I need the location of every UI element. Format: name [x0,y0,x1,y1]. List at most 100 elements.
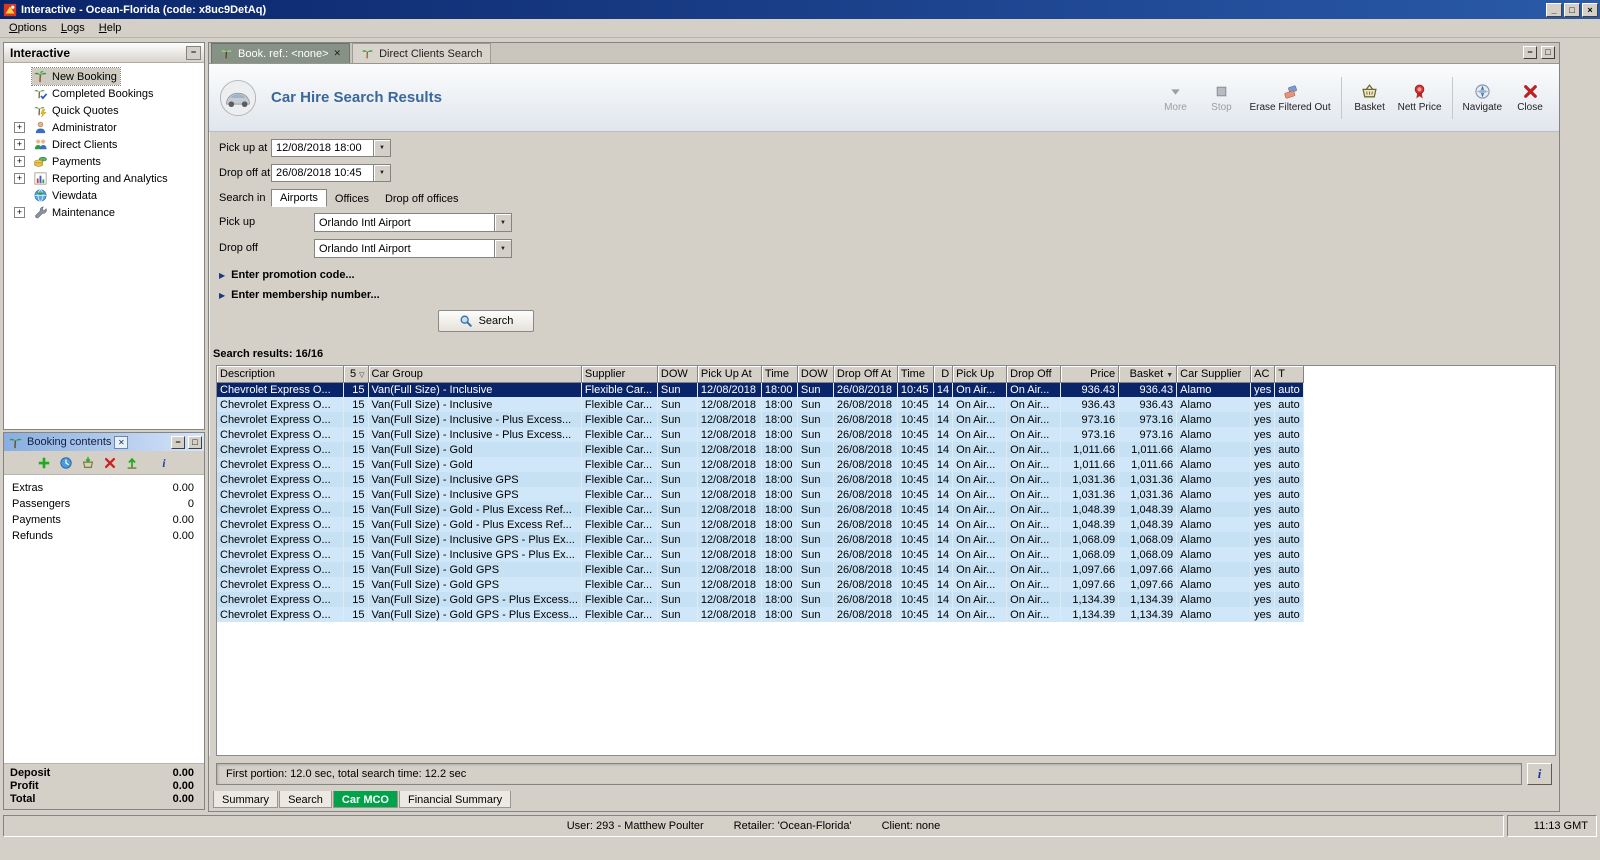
sidebar-item-payments[interactable]: + Payments [4,153,204,170]
info-icon[interactable]: i [157,456,171,470]
sidebar-item-direct-clients[interactable]: + Direct Clients [4,136,204,153]
dropoff-combo[interactable]: Orlando Intl Airport ▼ [314,239,512,258]
column-header-dow-1[interactable]: DOW [657,366,697,382]
sidebar-item-completed-bookings[interactable]: Completed Bookings [4,85,204,102]
tab-car-mco[interactable]: Car MCO [333,791,398,808]
column-header-pick-up-at[interactable]: Pick Up At [697,366,761,382]
menu-logs[interactable]: Logs [54,20,92,36]
dropdown-icon[interactable]: ▼ [494,214,511,231]
dropdown-icon[interactable]: ▼ [373,165,390,181]
membership-number-expander[interactable]: ▶ Enter membership number... [219,289,380,301]
column-header-ac[interactable]: AC [1251,366,1275,382]
tab-booking-ref[interactable]: Book. ref.: <none> ✕ [211,43,350,63]
result-row[interactable]: Chevrolet Express O...15Van(Full Size) -… [217,487,1303,502]
nett-price-button[interactable]: Nett Price [1393,80,1447,115]
column-header-pick-up[interactable]: Pick Up [953,366,1007,382]
clock-world-icon[interactable] [59,456,73,470]
column-header-car-supplier[interactable]: Car Supplier [1177,366,1251,382]
column-header-price[interactable]: Price [1061,366,1119,382]
tab-close-icon[interactable]: ✕ [334,48,342,59]
column-header-drop-off[interactable]: Drop Off [1007,366,1061,382]
result-row[interactable]: Chevrolet Express O...15Van(Full Size) -… [217,427,1303,442]
basket-transfer-icon[interactable] [81,456,95,470]
result-row[interactable]: Chevrolet Express O...15Van(Full Size) -… [217,397,1303,412]
maximize-icon[interactable]: □ [1564,3,1580,17]
result-row[interactable]: Chevrolet Express O...15Van(Full Size) -… [217,442,1303,457]
pickup-combo[interactable]: Orlando Intl Airport ▼ [314,213,512,232]
column-header-time-2[interactable]: Time [897,366,933,382]
menu-help[interactable]: Help [92,20,129,36]
more-button[interactable]: More [1152,80,1198,115]
column-header-car-group[interactable]: Car Group [368,366,581,382]
column-header-time-1[interactable]: Time [761,366,797,382]
move-up-icon[interactable] [125,456,139,470]
promotion-code-expander[interactable]: ▶ Enter promotion code... [219,269,355,281]
column-header-description[interactable]: Description [217,366,343,382]
list-item[interactable]: Refunds0.00 [4,528,204,544]
basket-button[interactable]: Basket [1347,80,1393,115]
sidebar-item-quick-quotes[interactable]: Quick Quotes [4,102,204,119]
column-header-drop-off-at[interactable]: Drop Off At [833,366,897,382]
sidebar-item-maintenance[interactable]: + Maintenance [4,204,204,221]
expand-icon[interactable]: + [14,173,25,184]
add-icon[interactable] [37,456,51,470]
info-button[interactable]: i [1527,763,1552,785]
result-row[interactable]: Chevrolet Express O...15Van(Full Size) -… [217,562,1303,577]
sidebar-item-administrator[interactable]: + Administrator [4,119,204,136]
list-item[interactable]: Passengers0 [4,496,204,512]
column-header-d[interactable]: D [933,366,952,382]
result-row[interactable]: Chevrolet Express O...15Van(Full Size) -… [217,457,1303,472]
tab-offices[interactable]: Offices [327,191,377,207]
result-row[interactable]: Chevrolet Express O...15Van(Full Size) -… [217,472,1303,487]
result-row[interactable]: Chevrolet Express O...15Van(Full Size) -… [217,607,1303,622]
panel-collapse-icon[interactable]: − [186,46,201,60]
erase-filtered-out-button[interactable]: Erase Filtered Out [1244,80,1335,115]
child-minimize-icon[interactable]: − [1523,46,1537,59]
column-header-t[interactable]: T [1275,366,1303,382]
search-button[interactable]: Search [438,310,534,332]
result-row[interactable]: Chevrolet Express O...15Van(Full Size) -… [217,412,1303,427]
result-row[interactable]: Chevrolet Express O...15Van(Full Size) -… [217,502,1303,517]
tab-airports[interactable]: Airports [271,189,327,207]
sidebar-item-viewdata[interactable]: Viewdata [4,187,204,204]
tab-financial-summary[interactable]: Financial Summary [399,791,511,808]
expand-icon[interactable]: + [14,156,25,167]
result-row[interactable]: Chevrolet Express O...15Van(Full Size) -… [217,577,1303,592]
column-header-basket[interactable]: Basket▼ [1119,366,1177,382]
result-row[interactable]: Chevrolet Express O...15Van(Full Size) -… [217,592,1303,607]
navigate-button[interactable]: Navigate [1458,80,1507,115]
expand-icon[interactable]: + [14,207,25,218]
dropdown-icon[interactable]: ▼ [494,240,511,257]
child-restore-icon[interactable]: □ [1541,46,1555,59]
delete-icon[interactable] [103,456,117,470]
filter-funnel-icon[interactable]: ▽ [359,372,364,379]
panel-close-icon[interactable]: ✕ [114,436,128,449]
close-icon[interactable]: × [1582,3,1598,17]
list-item[interactable]: Extras0.00 [4,480,204,496]
stop-button[interactable]: Stop [1198,80,1244,115]
list-item[interactable]: Payments0.00 [4,512,204,528]
result-row[interactable]: Chevrolet Express O...15Van(Full Size) -… [217,382,1303,397]
sidebar-item-reporting-and-analytics[interactable]: + Reporting and Analytics [4,170,204,187]
tab-search[interactable]: Search [279,791,332,808]
expand-icon[interactable]: + [14,122,25,133]
dropoff-at-field[interactable]: 26/08/2018 10:45 ▼ [271,164,391,182]
result-row[interactable]: Chevrolet Express O...15Van(Full Size) -… [217,532,1303,547]
expand-icon[interactable]: + [14,139,25,150]
sort-desc-icon[interactable]: ▼ [1166,372,1173,379]
sidebar-item-new-booking[interactable]: New Booking [4,68,204,85]
result-row[interactable]: Chevrolet Express O...15Van(Full Size) -… [217,547,1303,562]
result-row[interactable]: Chevrolet Express O...15Van(Full Size) -… [217,517,1303,532]
tab-direct-clients-search[interactable]: Direct Clients Search [352,43,491,63]
tab-summary[interactable]: Summary [213,791,278,808]
pickup-at-field[interactable]: 12/08/2018 18:00 ▼ [271,139,391,157]
minimize-icon[interactable]: _ [1546,3,1562,17]
close-panel-button[interactable]: Close [1507,80,1553,115]
panel-restore-icon[interactable]: □ [188,436,202,449]
dropdown-icon[interactable]: ▼ [373,140,390,156]
column-header-s[interactable]: 5▽ [343,366,368,382]
column-header-supplier[interactable]: Supplier [581,366,657,382]
menu-options[interactable]: Options [2,20,54,36]
column-header-dow-2[interactable]: DOW [797,366,833,382]
panel-minimize-icon[interactable]: − [171,436,185,449]
